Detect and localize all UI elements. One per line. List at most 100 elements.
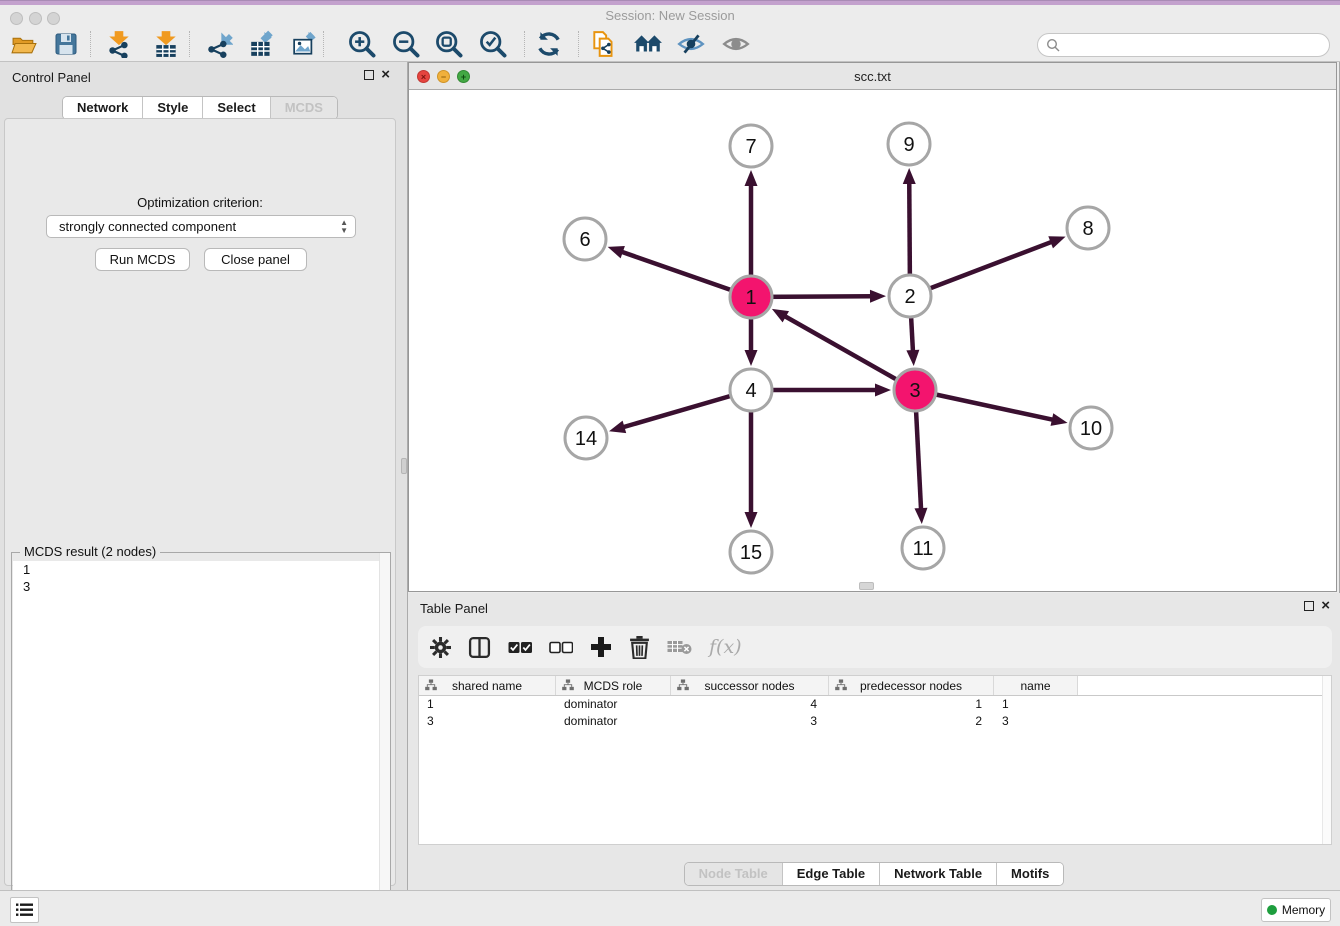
edge-arrowhead xyxy=(745,170,758,186)
mcds-result-box: MCDS result (2 nodes) 13 xyxy=(11,552,391,926)
graph-node-label: 3 xyxy=(909,380,920,402)
control-panel-title: Control Panel xyxy=(12,70,91,85)
column-header-shared-name[interactable]: shared name xyxy=(419,676,556,695)
toolbar-separator xyxy=(524,31,525,57)
splitter-grip[interactable] xyxy=(401,458,407,474)
mcds-result-list[interactable]: 13 xyxy=(13,561,389,926)
mcds-result-value: 1 xyxy=(13,561,389,578)
run-mcds-button[interactable]: Run MCDS xyxy=(95,248,190,271)
table-cell[interactable]: dominator xyxy=(556,696,671,713)
double-home-icon xyxy=(633,29,663,59)
zoom-out-button[interactable] xyxy=(390,29,422,59)
graph-edge[interactable] xyxy=(784,316,915,390)
tab-edge-table[interactable]: Edge Table xyxy=(783,863,880,885)
network-window-titlebar[interactable]: × − + scc.txt xyxy=(409,63,1336,90)
close-panel-icon[interactable]: × xyxy=(381,70,390,80)
table-cell[interactable]: dominator xyxy=(556,713,671,730)
memory-button[interactable]: Memory xyxy=(1261,898,1331,922)
float-panel-icon[interactable] xyxy=(1304,601,1314,611)
edge-arrowhead xyxy=(1051,413,1068,426)
graph-node-label: 1 xyxy=(745,287,756,309)
table-cell[interactable]: 1 xyxy=(829,696,994,713)
export-network-icon xyxy=(205,30,233,58)
graph-edge[interactable] xyxy=(910,242,1053,296)
graph-node-label: 10 xyxy=(1080,418,1102,440)
column-header-MCDS-role[interactable]: MCDS role xyxy=(556,676,671,695)
import-table-button[interactable] xyxy=(150,29,182,59)
edge-arrowhead xyxy=(609,421,626,433)
close-panel-icon[interactable]: × xyxy=(1321,601,1330,611)
search-input[interactable] xyxy=(1065,36,1329,54)
tab-node-table[interactable]: Node Table xyxy=(685,863,783,885)
memory-label: Memory xyxy=(1282,903,1325,917)
mcds-result-title: MCDS result (2 nodes) xyxy=(20,544,160,559)
table-panel-title: Table Panel xyxy=(420,601,488,616)
homes-button[interactable] xyxy=(632,29,664,59)
close-panel-button[interactable]: Close panel xyxy=(204,248,307,271)
open-session-button[interactable] xyxy=(8,29,40,59)
deselect-all-icon[interactable] xyxy=(549,641,573,654)
search-box[interactable] xyxy=(1037,33,1330,57)
table-cell[interactable]: 1 xyxy=(994,696,1078,713)
add-column-icon[interactable] xyxy=(590,636,612,658)
zoom-fit-button[interactable] xyxy=(433,29,465,59)
table-cell[interactable]: 1 xyxy=(419,696,556,713)
table-row[interactable]: 3dominator323 xyxy=(419,713,1331,730)
function-builder-icon[interactable]: f(x) xyxy=(709,636,742,658)
table-cell[interactable]: 4 xyxy=(671,696,829,713)
table-cell[interactable]: 2 xyxy=(829,713,994,730)
column-header-name[interactable]: name xyxy=(994,676,1078,695)
float-panel-icon[interactable] xyxy=(364,70,374,80)
column-layout-icon[interactable] xyxy=(468,636,491,659)
zoom-in-button[interactable] xyxy=(346,29,378,59)
edge-arrowhead xyxy=(914,508,927,524)
eye-edit-button[interactable] xyxy=(675,29,707,59)
delete-column-icon[interactable] xyxy=(629,636,650,659)
tab-network-table[interactable]: Network Table xyxy=(880,863,997,885)
table-row[interactable]: 1dominator411 xyxy=(419,696,1331,713)
vertical-splitter[interactable] xyxy=(400,62,408,890)
table-cell[interactable]: 3 xyxy=(419,713,556,730)
tab-network[interactable]: Network xyxy=(63,97,143,119)
save-session-button[interactable] xyxy=(50,29,82,59)
network-canvas[interactable]: 1234678910111415 xyxy=(409,90,1336,591)
task-history-button[interactable] xyxy=(10,897,39,923)
edge-arrowhead xyxy=(903,168,916,184)
export-table-button[interactable] xyxy=(246,29,278,59)
table-cell[interactable]: 3 xyxy=(671,713,829,730)
import-network-button[interactable] xyxy=(103,29,135,59)
export-image-icon xyxy=(292,30,320,58)
tab-select[interactable]: Select xyxy=(203,97,270,119)
delete-table-icon[interactable] xyxy=(667,639,692,655)
graph-node-label: 7 xyxy=(745,136,756,158)
open-folder-icon xyxy=(11,31,38,58)
edge-arrowhead xyxy=(875,384,891,397)
result-scrollbar[interactable] xyxy=(379,553,390,926)
column-header-successor-nodes[interactable]: successor nodes xyxy=(671,676,829,695)
eye-button[interactable] xyxy=(720,29,752,59)
table-cell[interactable]: 3 xyxy=(994,713,1078,730)
optimization-dropdown[interactable]: strongly connected component ▲▼ xyxy=(46,215,356,238)
network-graph: 1234678910111415 xyxy=(409,90,1336,591)
column-header-predecessor-nodes[interactable]: predecessor nodes xyxy=(829,676,994,695)
select-all-checked-icon[interactable] xyxy=(508,641,532,654)
network-view-window: × − + scc.txt 1234678910111415 xyxy=(408,62,1337,592)
zoom-selected-button[interactable] xyxy=(477,29,509,59)
export-network-button[interactable] xyxy=(203,29,235,59)
control-panel: Control Panel × NetworkStyleSelectMCDS O… xyxy=(0,62,400,890)
search-icon xyxy=(1046,38,1060,52)
clone-network-button[interactable] xyxy=(588,29,620,59)
tab-motifs[interactable]: Motifs xyxy=(997,863,1063,885)
tab-style[interactable]: Style xyxy=(143,97,203,119)
tab-mcds[interactable]: MCDS xyxy=(271,97,337,119)
network-resize-grip[interactable] xyxy=(859,582,874,590)
settings-gear-icon[interactable] xyxy=(430,637,451,658)
refresh-button[interactable] xyxy=(533,29,565,59)
table-panel: Table Panel × f(x) shared nameMCDS roles… xyxy=(408,593,1340,890)
table-scrollbar[interactable] xyxy=(1322,676,1331,844)
export-image-button[interactable] xyxy=(290,29,322,59)
table-tabs: Node TableEdge TableNetwork TableMotifs xyxy=(684,862,1065,886)
control-panel-tabs: NetworkStyleSelectMCDS xyxy=(62,96,338,120)
titlebar[interactable]: Session: New Session xyxy=(0,5,1340,27)
edge-arrowhead xyxy=(745,350,758,366)
